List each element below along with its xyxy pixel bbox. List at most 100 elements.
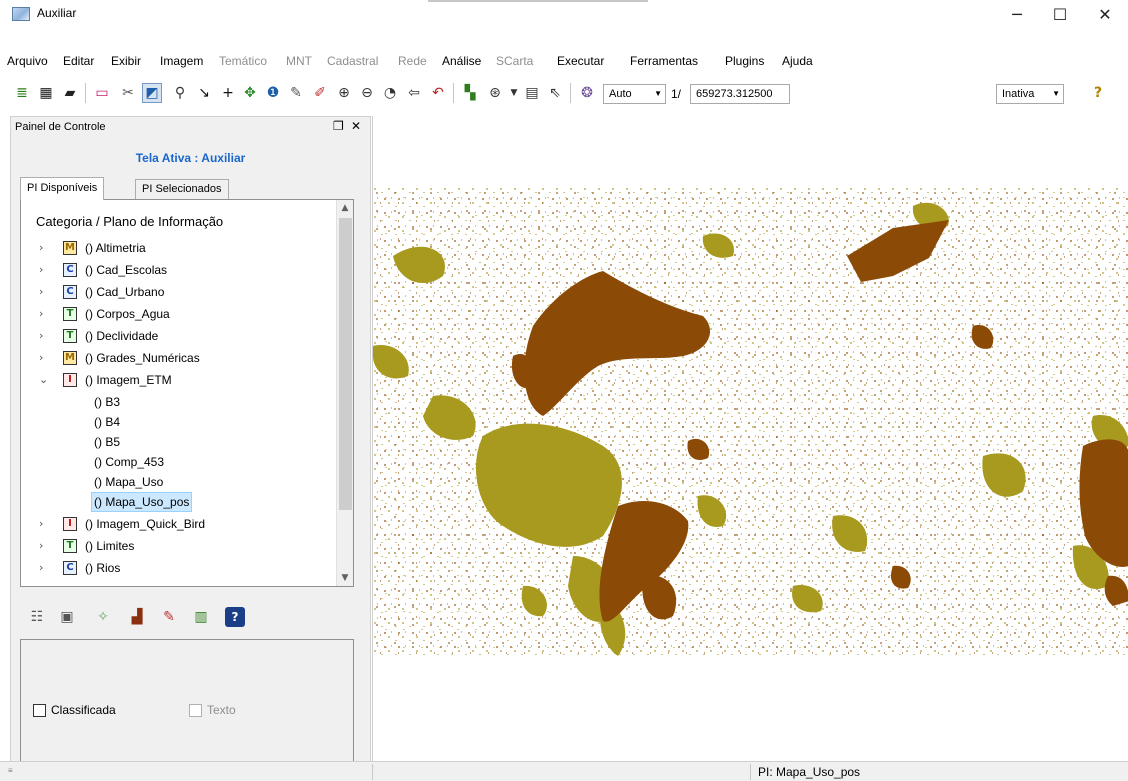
tree-child-label: () Mapa_Uso — [94, 475, 164, 489]
color-icon[interactable]: ❂ — [577, 83, 597, 103]
classification-options: Classificada Texto — [20, 639, 354, 762]
chevron-right-icon[interactable]: › — [39, 514, 51, 534]
zoom-scale-dropdown-icon[interactable]: ▼ — [504, 83, 524, 103]
close-panel-icon[interactable]: ✕ — [351, 119, 361, 133]
menu-scarta[interactable]: SCarta — [496, 54, 533, 68]
menu-imagem[interactable]: Imagem — [160, 54, 203, 68]
text-checkbox[interactable]: Texto — [189, 703, 236, 717]
tree-item-corpos-agua[interactable]: › T () Corpos_Agua — [21, 304, 331, 324]
chevron-right-icon[interactable]: › — [39, 348, 51, 368]
menu-editar[interactable]: Editar — [63, 54, 94, 68]
tree-item-limites[interactable]: › T () Limites — [21, 536, 331, 556]
menu-plugins[interactable]: Plugins — [725, 54, 764, 68]
zoom-out-icon[interactable]: ⊖ — [357, 83, 377, 103]
chevron-right-icon[interactable]: › — [39, 536, 51, 556]
layers-stack-icon[interactable]: ≣ — [12, 83, 32, 103]
state-select[interactable]: Inativa ▼ — [996, 84, 1064, 104]
table-icon[interactable]: ▤ — [522, 83, 542, 103]
tree-child-mapa-uso-pos[interactable]: () Mapa_Uso_pos — [21, 492, 331, 512]
menu-ajuda[interactable]: Ajuda — [782, 54, 813, 68]
tree-child-b3[interactable]: () B3 — [21, 392, 331, 412]
magic-wand-icon[interactable]: ✧ — [93, 607, 113, 627]
tree-child-comp-453[interactable]: () Comp_453 — [21, 452, 331, 472]
tree-child-b5[interactable]: () B5 — [21, 432, 331, 452]
chevron-right-icon[interactable]: › — [39, 282, 51, 302]
draw-polygon-icon[interactable]: ▰ — [60, 83, 80, 103]
chevron-right-icon[interactable]: › — [39, 260, 51, 280]
tree-item-imagem-etm[interactable]: ⌄ I () Imagem_ETM — [21, 370, 331, 390]
menu-analise[interactable]: Análise — [442, 54, 481, 68]
menu-arquivo[interactable]: Arquivo — [7, 54, 48, 68]
menu-mnt[interactable]: MNT — [286, 54, 312, 68]
minimize-button[interactable]: ─ — [994, 0, 1040, 30]
tab-pi-selecionados[interactable]: PI Selecionados — [135, 179, 229, 199]
float-panel-icon[interactable]: ❐ — [333, 119, 344, 133]
edit-pencil-icon[interactable]: ✐ — [310, 83, 330, 103]
chevron-right-icon[interactable]: › — [39, 238, 51, 258]
menu-executar[interactable]: Executar — [557, 54, 604, 68]
tree-child-b4[interactable]: () B4 — [21, 412, 331, 432]
pan-icon[interactable]: ✥ — [240, 83, 260, 103]
mnt-category-icon: M — [63, 351, 77, 365]
maximize-button[interactable]: ☐ — [1037, 0, 1083, 30]
tree-item-cad-urbano[interactable]: › C () Cad_Urbano — [21, 282, 331, 302]
zoom-area-icon[interactable]: ◔ — [380, 83, 400, 103]
zoom-scale-icon[interactable]: ⊛ — [485, 83, 505, 103]
paint-icon[interactable]: ✎ — [286, 83, 306, 103]
cursor-arrow-icon[interactable]: ↘ — [194, 83, 214, 103]
status-separator — [750, 764, 751, 780]
scroll-down-icon[interactable]: ▼ — [337, 570, 353, 586]
zoom-mode-select[interactable]: Auto ▼ — [603, 84, 666, 104]
rectangle-icon[interactable]: ▭ — [92, 83, 112, 103]
menu-cadastral[interactable]: Cadastral — [327, 54, 378, 68]
palette-plugin-icon[interactable]: ▚ — [460, 83, 480, 103]
zoom-mode-value: Auto — [609, 88, 632, 100]
tab-pi-disponiveis[interactable]: PI Disponíveis — [20, 177, 105, 200]
status-bar: ≡ PI: Mapa_Uso_pos — [0, 761, 1128, 781]
tree-child-mapa-uso[interactable]: () Mapa_Uso — [21, 472, 331, 492]
classified-checkbox[interactable]: Classificada — [33, 703, 116, 717]
chart-icon[interactable]: ▟ — [127, 607, 147, 627]
help-book-icon[interactable]: ? — [225, 607, 245, 627]
scroll-up-icon[interactable]: ▲ — [337, 200, 353, 216]
chevron-right-icon[interactable]: › — [39, 304, 51, 324]
tree-item-declividade[interactable]: › T () Declividade — [21, 326, 331, 346]
thematic-category-icon: T — [63, 329, 77, 343]
scroll-thumb[interactable] — [339, 218, 352, 510]
tree-item-imagem-quick-bird[interactable]: › I () Imagem_Quick_Bird — [21, 514, 331, 534]
pencil-icon[interactable]: ✎ — [159, 607, 179, 627]
chevron-right-icon[interactable]: › — [39, 558, 51, 578]
zoom-icon[interactable]: ⚲ — [170, 83, 190, 103]
menu-exibir[interactable]: Exibir — [111, 54, 141, 68]
eraser-icon[interactable]: ✂ — [118, 83, 138, 103]
map-canvas[interactable] — [372, 116, 1128, 761]
tree-scrollbar[interactable]: ▲ ▼ — [336, 200, 353, 586]
columns-icon[interactable]: ▥ — [191, 607, 211, 627]
menu-tematico[interactable]: Temático — [219, 54, 267, 68]
zoom-in-icon[interactable]: ⊕ — [334, 83, 354, 103]
tree-item-rios[interactable]: › C () Rios — [21, 558, 331, 578]
crosshair-icon[interactable]: + — [218, 83, 238, 103]
menu-rede[interactable]: Rede — [398, 54, 427, 68]
checkbox-box[interactable] — [33, 703, 46, 717]
undo-icon[interactable]: ↶ — [428, 83, 448, 103]
close-button[interactable]: ✕ — [1082, 0, 1128, 30]
list-icon[interactable]: ☷ — [27, 607, 47, 627]
chevron-down-icon[interactable]: ⌄ — [39, 370, 51, 390]
checkbox-box[interactable] — [189, 703, 202, 717]
tree-item-grades-numericas[interactable]: › M () Grades_Numéricas — [21, 348, 331, 368]
pointer-plus-icon[interactable]: ⇖ — [545, 83, 565, 103]
back-icon[interactable]: ⇦ — [404, 83, 424, 103]
tree-header: Categoria / Plano de Informação — [36, 214, 224, 229]
select-area-icon[interactable]: ◩ — [142, 83, 162, 103]
table-view-icon[interactable]: ▣ — [57, 607, 77, 627]
info-icon[interactable]: ❶ — [263, 83, 283, 103]
scale-input[interactable]: 659273.312500 — [690, 84, 790, 104]
tree-child-label: () B5 — [94, 435, 121, 449]
grid-icon[interactable]: ▦ — [36, 83, 56, 103]
tree-item-cad-escolas[interactable]: › C () Cad_Escolas — [21, 260, 331, 280]
chevron-right-icon[interactable]: › — [39, 326, 51, 346]
menu-ferramentas[interactable]: Ferramentas — [630, 54, 698, 68]
help-icon[interactable]: ? — [1088, 83, 1108, 103]
tree-item-altimetria[interactable]: › M () Altimetria — [21, 238, 331, 258]
